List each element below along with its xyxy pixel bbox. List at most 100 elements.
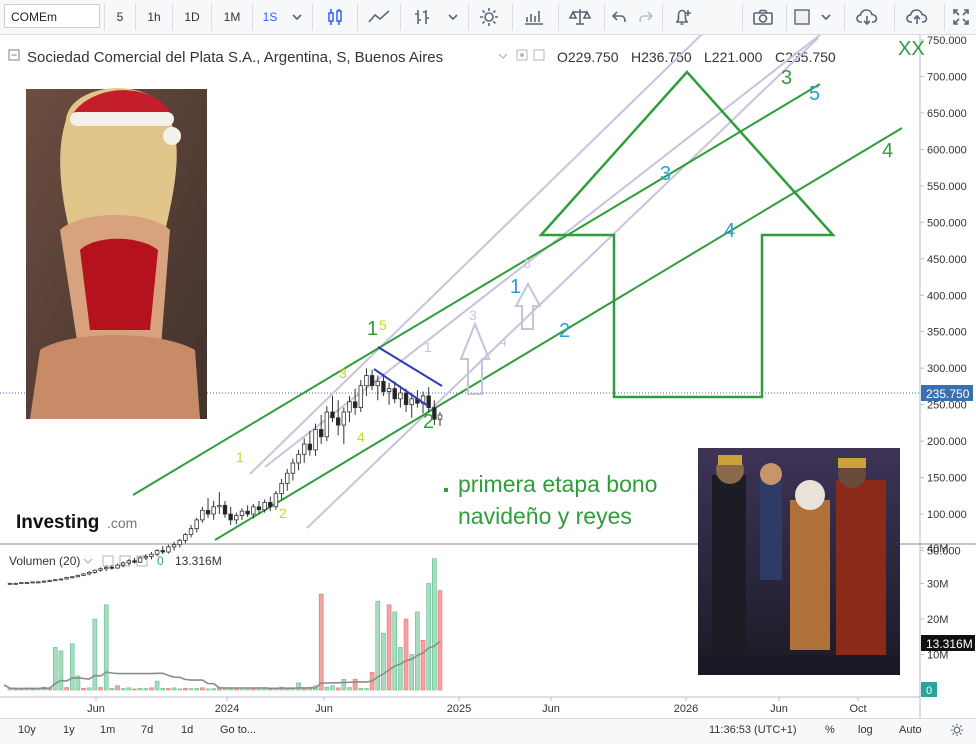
clock-timezone[interactable]: 11:36:53 (UTC+1) — [709, 724, 797, 736]
camera-icon[interactable] — [742, 3, 783, 31]
price-tick-label: 450.000 — [927, 254, 967, 266]
candle-body — [296, 453, 301, 464]
wave-label-lavender-4: 4 — [500, 335, 507, 349]
series-settings-gear-icon[interactable] — [533, 49, 545, 61]
cloud-upload-icon[interactable] — [894, 3, 941, 31]
range-10y[interactable]: 10y — [18, 724, 36, 736]
range-7d[interactable]: 7d — [141, 724, 153, 736]
goto-date-button[interactable]: Go to... — [220, 724, 256, 736]
candle-body — [115, 564, 120, 569]
undo-icon[interactable] — [604, 3, 633, 31]
volume-tick-label: 20M — [927, 614, 948, 626]
cloud-download-icon[interactable] — [844, 3, 891, 31]
candle-body — [7, 582, 13, 585]
price-tick-label: 250.000 — [927, 400, 967, 412]
redo-icon[interactable] — [632, 3, 660, 31]
gear-icon[interactable] — [468, 3, 509, 31]
price-tick-label: 300.000 — [927, 363, 967, 375]
interval-1m[interactable]: 1M — [211, 3, 252, 31]
range-1y[interactable]: 1y — [63, 724, 75, 736]
candle-body — [36, 581, 41, 584]
bottom-gear-icon[interactable] — [950, 723, 964, 740]
volume-bar — [392, 611, 398, 691]
volume-bar — [420, 639, 426, 691]
chart-type-chevron-down-icon[interactable] — [443, 3, 463, 31]
top-toolbar: COMEm 5 1h 1D 1M 1S — [0, 0, 976, 35]
volume-bar — [324, 686, 330, 691]
investing-watermark: Investing — [16, 512, 99, 533]
volume-bar — [341, 679, 347, 691]
color-swatch-icon[interactable] — [786, 3, 817, 31]
volume-bar — [398, 647, 403, 691]
candles-icon[interactable] — [312, 3, 357, 31]
candle-body — [251, 506, 256, 515]
interval-1h[interactable]: 1h — [135, 3, 172, 31]
volume-bar — [160, 687, 166, 691]
price-axis[interactable]: 750.000 700.000 650.000 600.000 550.000 500.0… — [920, 35, 967, 558]
wave-label-green-1: 1 — [367, 318, 378, 340]
volume-bar — [143, 688, 149, 691]
volume-tick-label: 10M — [927, 650, 948, 662]
candle-body — [437, 414, 443, 420]
compare-scale-icon[interactable] — [558, 3, 601, 31]
candle-body — [205, 510, 211, 515]
volume-bar — [347, 687, 352, 691]
interval-dropdown-chevron-down-icon[interactable] — [287, 3, 307, 31]
fullscreen-icon[interactable] — [944, 3, 976, 31]
chart-canvas[interactable]: Sociedad Comercial del Plata S.A., Argen… — [0, 35, 976, 718]
volume-bar — [115, 685, 120, 691]
time-tick-label: Jun — [87, 703, 105, 715]
indicators-icon[interactable] — [512, 3, 555, 31]
wave-label-yellow-1: 1 — [236, 449, 244, 465]
volume-bar — [296, 682, 301, 691]
candle-body — [324, 411, 330, 438]
price-tick-label: 500.000 — [927, 217, 967, 229]
candle-body — [318, 429, 324, 438]
candle-body — [313, 429, 318, 451]
add-alert-icon[interactable] — [662, 3, 703, 31]
interval-1d[interactable]: 1D — [172, 3, 211, 31]
wave-label-blue-4: 4 — [724, 220, 735, 242]
candle-body — [64, 577, 69, 580]
area-chart-icon[interactable] — [357, 3, 400, 31]
candle-body — [92, 569, 98, 573]
auto-scale-toggle[interactable]: Auto — [899, 724, 922, 736]
candle-body — [103, 566, 109, 570]
note-line-1: primera etapa bono — [458, 471, 657, 497]
candle-body — [41, 580, 47, 583]
note-line-2: navideño y reyes — [458, 503, 632, 529]
candle-body — [341, 411, 347, 426]
log-scale-toggle[interactable]: log — [858, 724, 873, 736]
candle-body — [171, 544, 177, 548]
eye-pupil — [520, 53, 524, 57]
candle-body — [358, 385, 363, 408]
interval-5[interactable]: 5 — [104, 3, 135, 31]
symbol-search-input[interactable]: COMEm — [4, 4, 100, 28]
interval-1s[interactable]: 1S — [252, 3, 287, 31]
volume-bar — [188, 688, 194, 691]
wave-label-yellow-4: 4 — [357, 429, 365, 445]
range-1m[interactable]: 1m — [100, 724, 115, 736]
candle-body — [347, 401, 352, 413]
wave-label-green-4: 4 — [882, 140, 893, 162]
wave-label-blue-5: 5 — [809, 83, 820, 105]
volume-bar — [234, 688, 239, 691]
bars-icon[interactable] — [400, 3, 443, 31]
wave-label-green-2: 2 — [423, 411, 434, 433]
wave-label-blue-1: 1 — [510, 276, 521, 298]
volume-bar — [92, 618, 98, 691]
volume-bar — [171, 687, 177, 691]
volume-bar — [386, 604, 392, 691]
candle-body — [279, 483, 284, 495]
color-chevron-down-icon[interactable] — [816, 3, 836, 31]
candle-body — [352, 401, 358, 408]
range-1d[interactable]: 1d — [181, 724, 193, 736]
wave-label-lavender-1: 1 — [424, 339, 432, 355]
candle-body — [149, 553, 154, 557]
volume-bar — [200, 687, 205, 691]
candle-body — [188, 528, 194, 535]
percent-scale-toggle[interactable]: % — [825, 724, 835, 736]
volume-eye-icon[interactable] — [102, 555, 114, 567]
candle-body — [245, 510, 250, 515]
volume-zero-label: 0 — [926, 685, 932, 697]
